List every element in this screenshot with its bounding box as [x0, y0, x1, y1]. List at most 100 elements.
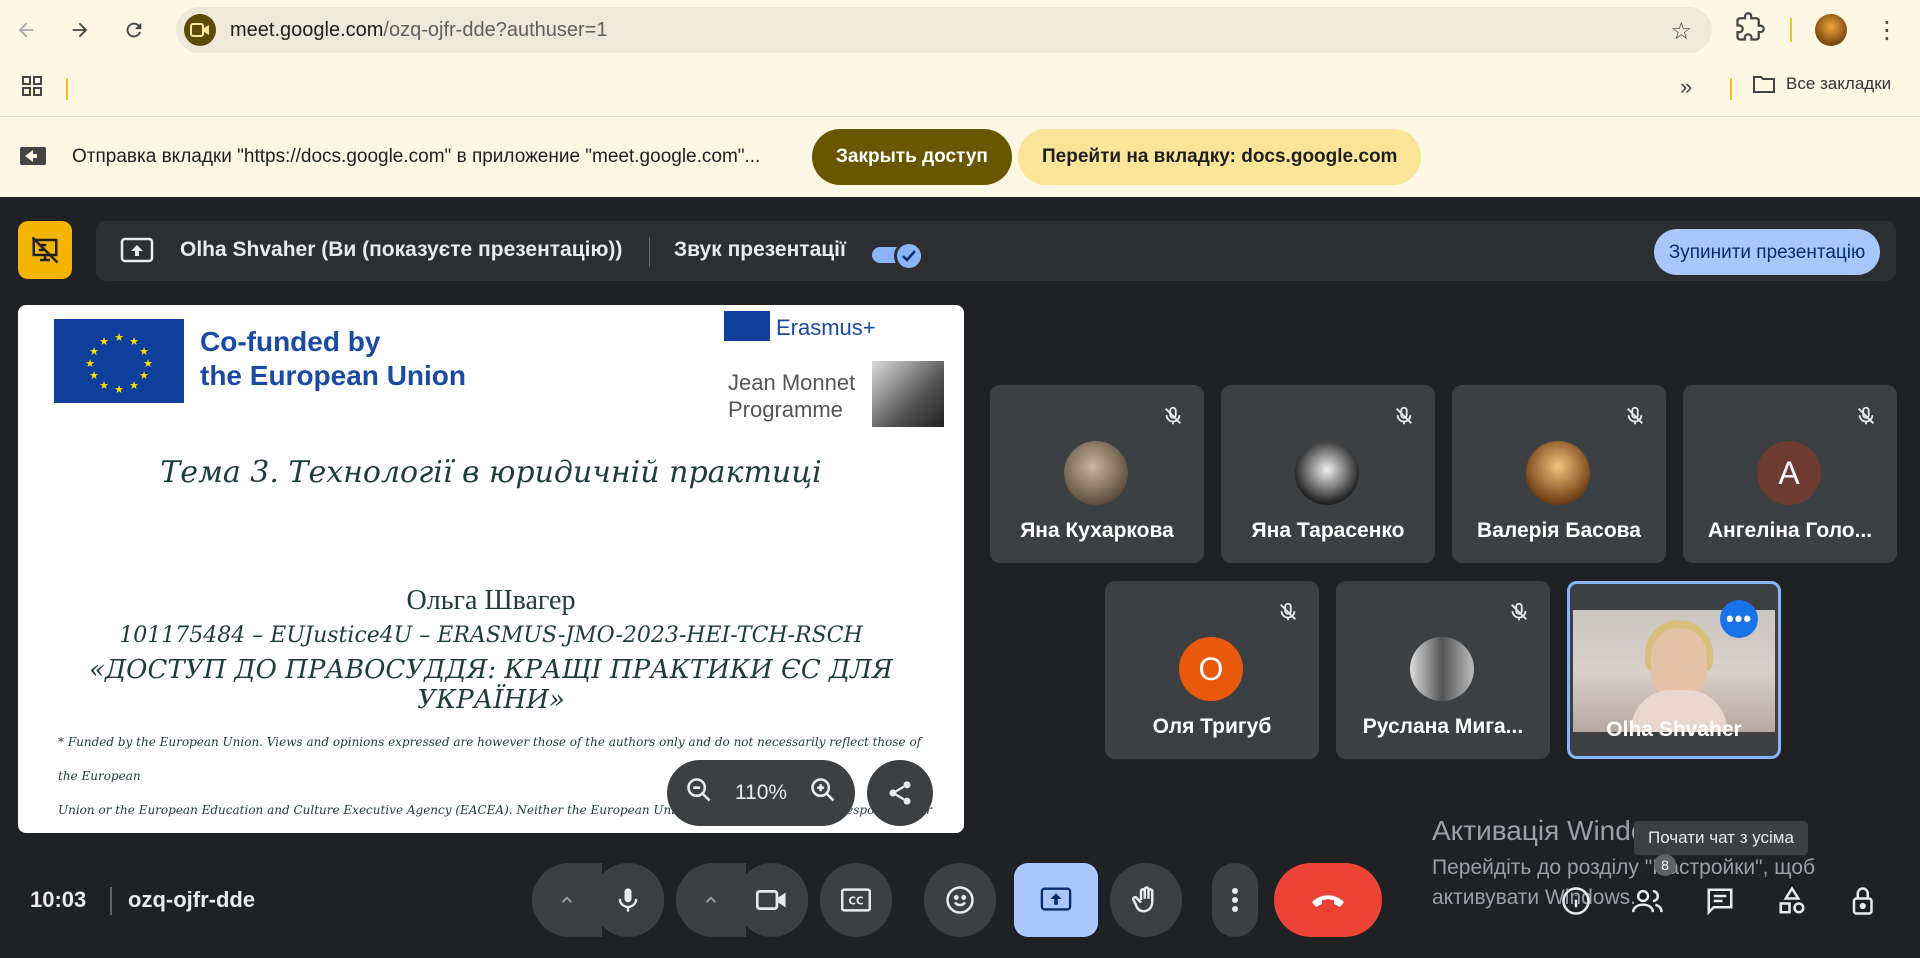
all-bookmarks-button[interactable]: Все закладки	[1752, 74, 1891, 94]
browser-toolbar: meet.google.com/ozq-ojfr-dde?authuser=1 …	[0, 0, 1920, 60]
apps-grid-icon[interactable]	[20, 74, 48, 102]
reload-button[interactable]	[116, 12, 152, 48]
participant-tile[interactable]: Валерія Басова	[1452, 385, 1666, 563]
participant-name: Валерія Басова	[1477, 519, 1641, 542]
people-button[interactable]	[1626, 879, 1670, 923]
mic-off-icon	[1502, 595, 1536, 629]
participant-avatar	[1295, 441, 1359, 505]
svg-text:★: ★	[129, 336, 139, 348]
self-video-tile[interactable]: ••• Olha Shvaher	[1567, 581, 1781, 759]
share-button[interactable]	[867, 760, 933, 826]
bottom-divider	[110, 887, 112, 915]
jean-monnet-label: Jean Monnet Programme	[728, 369, 855, 423]
cofunded-line: the European Union	[200, 360, 466, 391]
forward-button[interactable]	[62, 12, 98, 48]
participant-tile[interactable]: Руслана Мига...	[1336, 581, 1550, 759]
participant-tile[interactable]: Яна Кухаркова	[990, 385, 1204, 563]
activities-button[interactable]	[1770, 879, 1814, 923]
meeting-code: ozq-ojfr-dde	[128, 887, 256, 912]
hide-presentation-button[interactable]	[18, 221, 72, 279]
jean-monnet-line: Jean Monnet	[728, 370, 856, 395]
svg-text:★: ★	[85, 358, 95, 370]
reload-icon	[126, 22, 142, 38]
presentation-audio-toggle[interactable]	[872, 241, 924, 271]
erasmus-flag	[724, 311, 770, 341]
more-options-icon[interactable]: •••	[1720, 600, 1758, 638]
go-to-tab-button[interactable]: Перейти на вкладку: docs.google.com	[1018, 129, 1422, 185]
all-bookmarks-label: Все закладки	[1786, 74, 1892, 93]
participant-name: Ангеліна Голо...	[1707, 519, 1873, 542]
presentation-audio-label: Звук презентації	[674, 238, 846, 261]
participant-avatar	[1526, 441, 1590, 505]
presenting-bar: Olha Shvaher (Ви (показуєте презентацію)…	[96, 221, 1896, 281]
participant-tile[interactable]: А Ангеліна Голо...	[1683, 385, 1897, 563]
participant-name: Яна Кухаркова	[1020, 519, 1174, 542]
url-text: meet.google.com/ozq-ojfr-dde?authuser=1	[230, 19, 608, 41]
participant-avatar: О	[1179, 637, 1243, 701]
captions-button[interactable]: CC	[820, 863, 892, 937]
tab-sharing-infobar: Отправка вкладки "https://docs.google.co…	[0, 117, 1920, 197]
stop-sharing-button[interactable]: Закрыть доступ	[812, 129, 1012, 185]
bookmark-star-icon[interactable]: ☆	[1670, 17, 1692, 46]
back-button[interactable]	[8, 12, 44, 48]
svg-text:★: ★	[129, 380, 139, 392]
cofunded-text: Co-funded by the European Union	[200, 325, 466, 393]
host-controls-button[interactable]	[1842, 879, 1886, 923]
more-options-button[interactable]	[1212, 863, 1258, 937]
address-bar[interactable]: meet.google.com/ozq-ojfr-dde?authuser=1 …	[176, 7, 1712, 53]
svg-text:★: ★	[114, 384, 124, 396]
bar-divider	[649, 237, 650, 267]
infobar-text: Отправка вкладки "https://docs.google.co…	[72, 146, 761, 167]
bookmarks-divider	[66, 78, 68, 100]
svg-text:★: ★	[114, 332, 124, 344]
chat-icon	[1707, 888, 1733, 916]
shapes-icon	[1779, 886, 1805, 914]
microphone-button[interactable]	[592, 863, 664, 937]
bookmarks-bar: » Все закладки	[0, 60, 1920, 117]
zoom-level: 110%	[734, 781, 788, 804]
double-chevron-right-icon[interactable]: »	[1680, 74, 1692, 100]
present-now-button[interactable]	[1014, 863, 1098, 937]
profile-avatar[interactable]	[1815, 14, 1847, 46]
info-icon	[1562, 887, 1590, 915]
screen-share-icon	[18, 145, 48, 169]
erasmus-jean-monnet-logo: Erasmus+ Jean Monnet Programme	[724, 311, 946, 429]
svg-text:★: ★	[99, 336, 109, 348]
hand-icon	[1132, 886, 1154, 913]
eu-flag-logo: ★ ★ ★ ★ ★ ★ ★ ★ ★ ★ ★ ★	[54, 319, 184, 403]
slide-project-title: «ДОСТУП ДО ПРАВОСУДДЯ: КРАЩІ ПРАКТИКИ ЄС…	[89, 655, 893, 715]
mic-off-icon	[1387, 399, 1421, 433]
presentation-off-icon	[31, 236, 59, 264]
meet-main: Olha Shvaher (Ви (показуєте презентацію)…	[0, 197, 1920, 958]
jean-monnet-photo	[872, 361, 944, 427]
participant-name: Руслана Мига...	[1362, 715, 1524, 738]
kebab-menu-icon	[1232, 888, 1238, 912]
leave-call-button[interactable]	[1274, 863, 1382, 937]
stop-presenting-button[interactable]: Зупинити презентацію	[1654, 229, 1880, 275]
browser-menu-icon[interactable]: ⋮	[1872, 12, 1902, 48]
participant-tile[interactable]: Яна Тарасенко	[1221, 385, 1435, 563]
participant-name: Olha Shvaher	[1606, 718, 1742, 741]
raise-hand-button[interactable]	[1110, 863, 1182, 937]
zoom-out-icon[interactable]	[685, 776, 713, 810]
camera-button[interactable]	[736, 863, 808, 937]
chat-button[interactable]	[1698, 879, 1742, 923]
participant-avatar: А	[1757, 441, 1821, 505]
emoji-icon	[946, 886, 974, 914]
participant-name: Оля Тригуб	[1152, 715, 1272, 738]
bookmarks-divider	[1730, 78, 1732, 100]
share-icon	[889, 781, 911, 805]
zoom-in-icon[interactable]	[809, 776, 837, 810]
lock-person-icon	[1852, 887, 1873, 915]
svg-text:★: ★	[89, 370, 99, 382]
zoom-controls: 110%	[667, 760, 855, 826]
svg-text:★: ★	[139, 346, 149, 358]
extensions-button[interactable]	[1735, 12, 1771, 48]
check-icon	[894, 241, 924, 271]
participant-tile[interactable]: О Оля Тригуб	[1105, 581, 1319, 759]
meeting-details-button[interactable]	[1554, 879, 1598, 923]
closed-captions-icon: CC	[841, 888, 871, 912]
reactions-button[interactable]	[924, 863, 996, 937]
svg-text:CC: CC	[848, 896, 863, 908]
svg-text:★: ★	[89, 346, 99, 358]
